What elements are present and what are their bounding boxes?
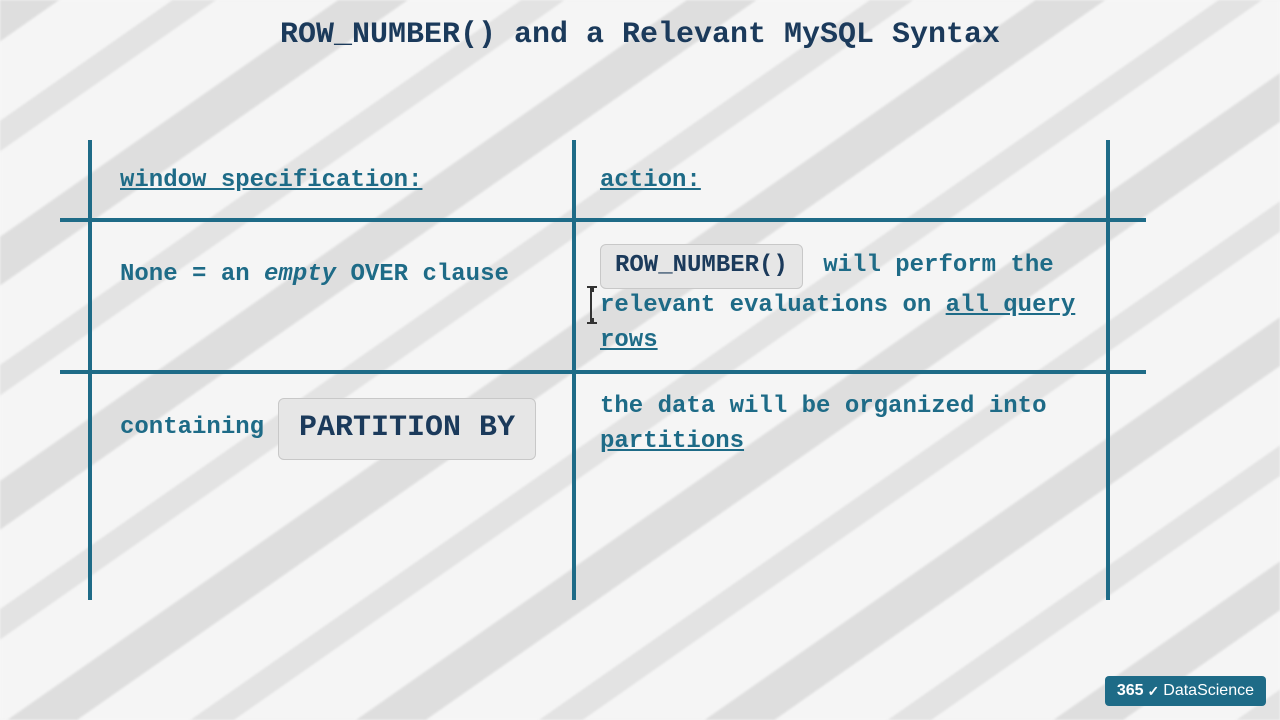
code-pill-row-number: ROW_NUMBER() (600, 244, 803, 289)
row1-spec: None = an empty OVER clause (120, 258, 550, 293)
underline-text: partitions (600, 428, 744, 455)
slide-title: ROW_NUMBER() and a Relevant MySQL Syntax (0, 0, 1280, 52)
column-header-spec: window specification: (120, 164, 422, 199)
column-header-action: action: (600, 164, 701, 199)
text: the data will be organized into (600, 393, 1046, 420)
table-horizontal-line (60, 370, 1146, 374)
row2-action: the data will be organized into partitio… (600, 390, 1090, 460)
text: containing (120, 411, 264, 446)
brand-logo: 365 ✓ DataScience (1105, 676, 1266, 706)
row1-action: ROW_NUMBER() will perform the relevant e… (600, 244, 1090, 358)
logo-right: DataScience (1163, 682, 1254, 700)
logo-left: 365 (1117, 682, 1144, 700)
emphasis-text: empty (264, 261, 336, 288)
check-icon: ✓ (1148, 683, 1160, 700)
row2-spec: containing PARTITION BY (120, 398, 550, 460)
text: OVER clause (336, 261, 509, 288)
text: None = an (120, 261, 264, 288)
text-cursor-icon (590, 286, 594, 324)
slide-content: ROW_NUMBER() and a Relevant MySQL Syntax… (0, 0, 1280, 720)
table-horizontal-line (60, 218, 1146, 222)
code-pill-partition-by: PARTITION BY (278, 398, 536, 460)
